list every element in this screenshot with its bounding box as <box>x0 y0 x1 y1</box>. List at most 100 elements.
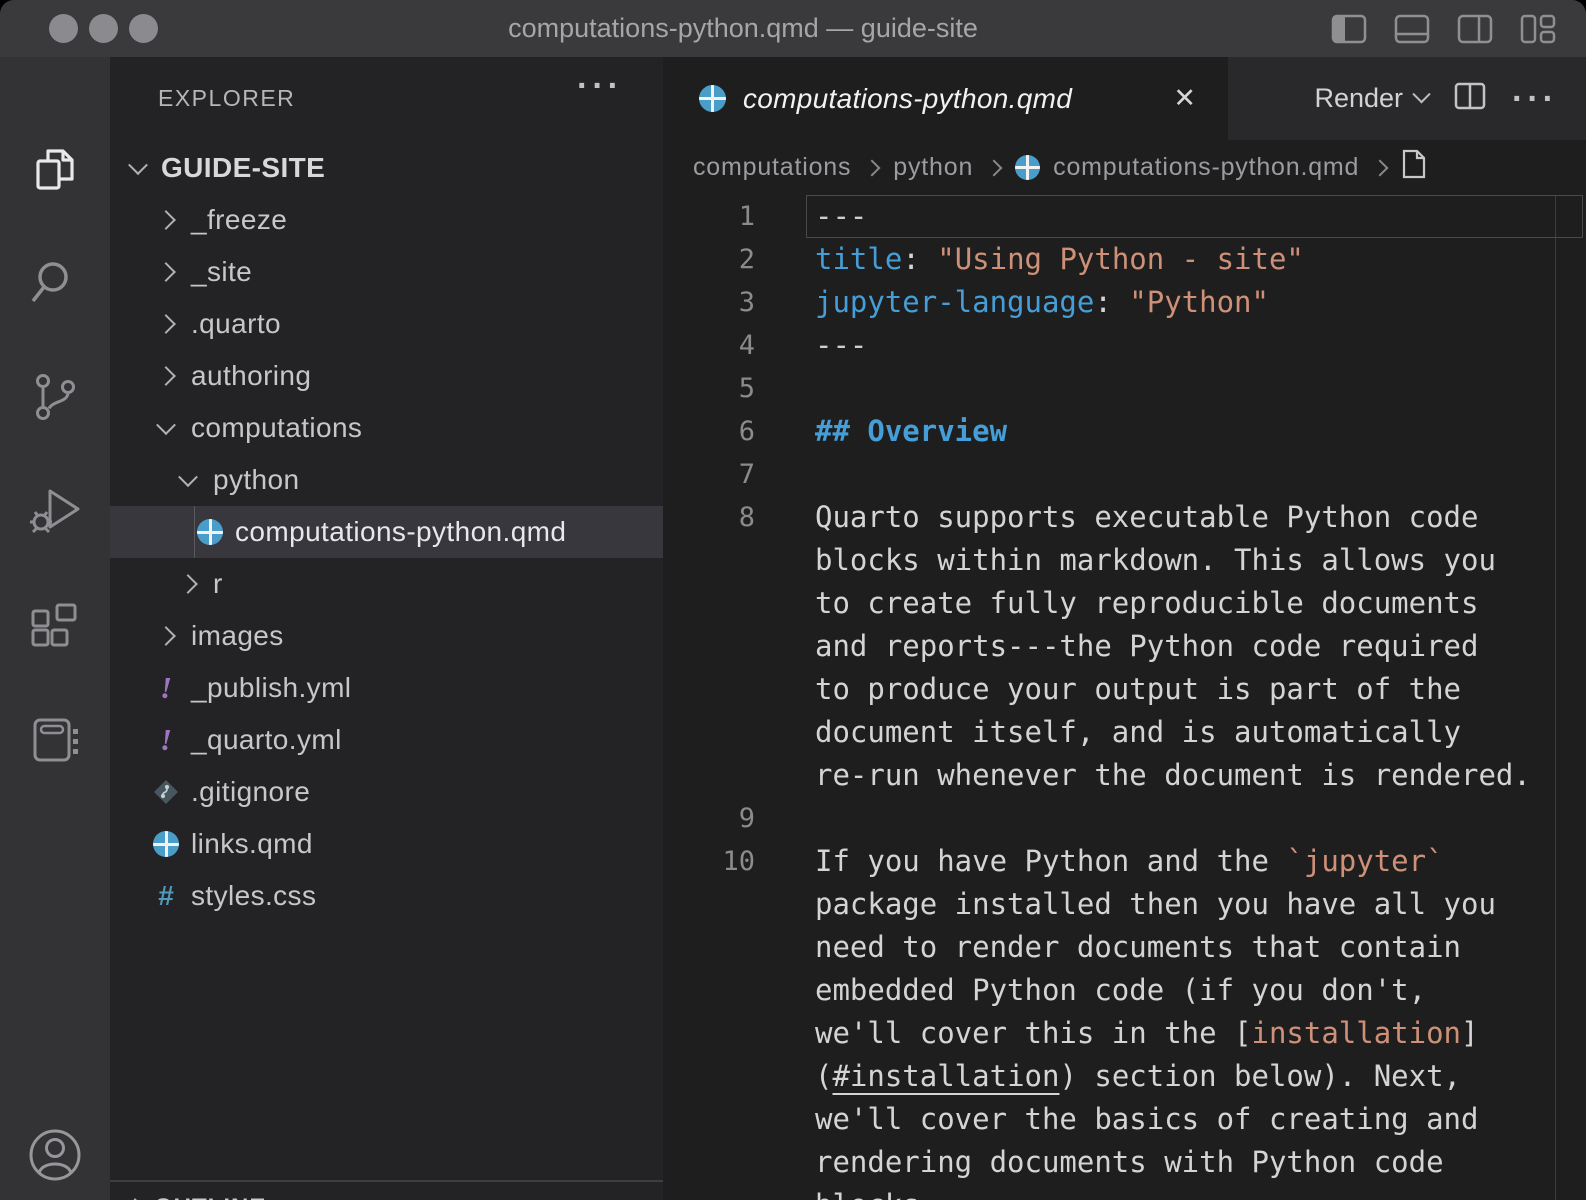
tab-computations-python[interactable]: computations-python.qmd ✕ <box>663 57 1228 140</box>
folder-chevron <box>152 421 180 435</box>
tree-item--quarto[interactable]: .quarto <box>110 298 663 350</box>
tree-item-label: images <box>191 620 284 652</box>
activitybar-explorer[interactable] <box>26 143 84 201</box>
activitybar-account[interactable] <box>26 1128 84 1186</box>
activitybar-extensions[interactable] <box>26 598 84 656</box>
tree-item-styles-css[interactable]: #styles.css <box>110 870 663 922</box>
line-number <box>663 711 755 754</box>
breadcrumb-label: python <box>893 153 973 182</box>
source-control-icon <box>28 370 82 429</box>
tree-item-python[interactable]: python <box>110 454 663 506</box>
folder-chevron <box>174 473 202 487</box>
outline-label: OUTLINE <box>154 1194 266 1200</box>
tree-item-guide-site[interactable]: GUIDE-SITE <box>110 142 663 194</box>
explorer-sidebar: EXPLORER ··· GUIDE-SITE _freeze _site.quar… <box>110 57 663 1200</box>
tree-item-label: computations <box>191 412 362 444</box>
chevron-right-icon <box>156 626 176 646</box>
render-button[interactable]: Render <box>1314 83 1428 114</box>
quarto-icon <box>152 831 180 857</box>
code-row: need to render documents that contain <box>663 926 1586 969</box>
breadcrumb-label: computations <box>693 153 851 182</box>
tree-item-authoring[interactable]: authoring <box>110 350 663 402</box>
folder-chevron <box>174 577 202 591</box>
tree-item-computations-python-qmd[interactable]: computations-python.qmd <box>110 506 663 558</box>
line-number <box>663 969 755 1012</box>
breadcrumb-symbol[interactable] <box>1401 149 1427 186</box>
tree-item-label: authoring <box>191 360 311 392</box>
folder-chevron <box>152 629 180 643</box>
code-row: we'll cover this in the [installation] <box>663 1012 1586 1055</box>
chevron-right-icon <box>156 210 176 230</box>
tree-item-r[interactable]: r <box>110 558 663 610</box>
line-number: 6 <box>663 410 755 453</box>
line-number <box>663 625 755 668</box>
tree-item--site[interactable]: _site <box>110 246 663 298</box>
code-row: to produce your output is part of the <box>663 668 1586 711</box>
tree-item-images[interactable]: images <box>110 610 663 662</box>
close-tab-icon[interactable]: ✕ <box>1173 83 1196 114</box>
split-editor-button[interactable] <box>1454 82 1486 115</box>
window-title: computations-python.qmd — guide-site <box>200 0 1286 57</box>
code-row: 1--- <box>663 195 1586 238</box>
code-row: package installed then you have all you <box>663 883 1586 926</box>
tree-item-label: python <box>213 464 299 496</box>
line-number <box>663 539 755 582</box>
activitybar-search[interactable] <box>26 256 84 314</box>
outline-section: OUTLINE <box>110 1180 663 1200</box>
explorer-header: EXPLORER <box>158 85 295 112</box>
activitybar-notebook[interactable] <box>26 713 84 771</box>
line-number: 10 <box>663 840 755 883</box>
breadcrumbs: computations python computations-python.qm… <box>663 140 1586 195</box>
outline-header[interactable]: OUTLINE <box>110 1182 663 1200</box>
yaml-icon: ! <box>152 670 180 706</box>
activitybar-source-control[interactable] <box>26 370 84 428</box>
line-number: 3 <box>663 281 755 324</box>
code-row: 5 <box>663 367 1586 410</box>
code-row: 6## Overview <box>663 410 1586 453</box>
chevron-right-icon <box>156 314 176 334</box>
breadcrumb-computations[interactable]: computations <box>693 153 851 182</box>
breadcrumb-separator-icon <box>1372 159 1389 176</box>
line-number <box>663 668 755 711</box>
toggle-secondary-sidebar-button[interactable] <box>1457 13 1493 45</box>
code-row: rendering documents with Python code <box>663 1141 1586 1184</box>
file-icon <box>1401 149 1427 186</box>
editor-more-actions-button[interactable]: ··· <box>1512 82 1558 116</box>
layout-controls <box>1331 13 1556 45</box>
tree-item--gitignore[interactable]: .gitignore <box>110 766 663 818</box>
folder-chevron <box>124 161 152 175</box>
tree-item--publish-yml[interactable]: !_publish.yml <box>110 662 663 714</box>
account-icon <box>28 1128 82 1187</box>
chevron-down-icon <box>128 155 148 175</box>
tree-item--freeze[interactable]: _freeze <box>110 194 663 246</box>
customize-layout-button[interactable] <box>1520 13 1556 45</box>
minimize-window-button[interactable] <box>89 14 118 43</box>
tree-item-computations[interactable]: computations <box>110 402 663 454</box>
toggle-primary-sidebar-button[interactable] <box>1331 13 1367 45</box>
explorer-more-actions-button[interactable]: ··· <box>577 69 623 103</box>
tree-item-label: _freeze <box>191 204 287 236</box>
breadcrumb-python[interactable]: python <box>893 153 973 182</box>
line-number <box>663 883 755 926</box>
code-row: 9 <box>663 797 1586 840</box>
search-icon <box>28 256 82 315</box>
breadcrumb-computations-python.qmd[interactable]: computations-python.qmd <box>1015 153 1359 182</box>
code-editor[interactable]: 1---2title: "Using Python - site"3jupyte… <box>663 195 1586 1200</box>
line-number <box>663 582 755 625</box>
code-row: and reports---the Python code required <box>663 625 1586 668</box>
line-number <box>663 1184 755 1200</box>
code-row: 2title: "Using Python - site" <box>663 238 1586 281</box>
line-number <box>663 1098 755 1141</box>
tree-item--quarto-yml[interactable]: !_quarto.yml <box>110 714 663 766</box>
activitybar-run-debug[interactable] <box>26 484 84 542</box>
tree-item-label: links.qmd <box>191 828 313 860</box>
line-number <box>663 1012 755 1055</box>
tree-item-links-qmd[interactable]: links.qmd <box>110 818 663 870</box>
titlebar: computations-python.qmd — guide-site <box>0 0 1586 57</box>
toggle-panel-button[interactable] <box>1394 13 1430 45</box>
chevron-right-icon <box>156 366 176 386</box>
zoom-window-button[interactable] <box>129 14 158 43</box>
folder-chevron <box>152 317 180 331</box>
close-window-button[interactable] <box>49 14 78 43</box>
code-row: embedded Python code (if you don't, <box>663 969 1586 1012</box>
